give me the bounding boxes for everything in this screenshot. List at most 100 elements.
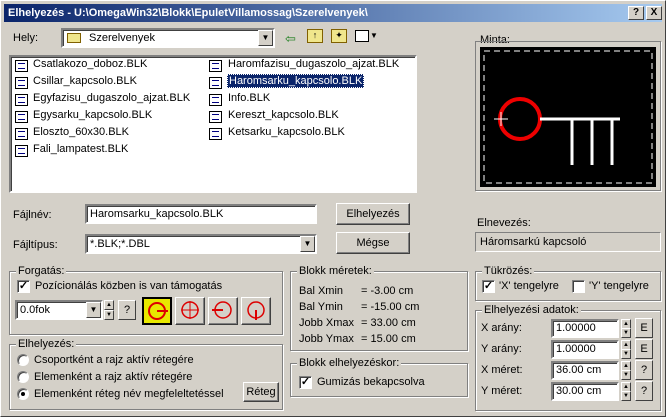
filetype-value: *.BLK;*.DBL <box>90 238 150 250</box>
up-folder-icon[interactable]: ↑ <box>307 29 323 43</box>
placement-option-element-active: Elemenként a rajz aktív rétegére <box>34 371 193 383</box>
file-name: Eloszto_60x30.BLK <box>33 126 130 138</box>
file-list-item[interactable]: Egyfazisu_dugaszolo_ajzat.BLK <box>13 92 190 108</box>
view-menu-icon[interactable] <box>355 30 369 42</box>
name-field: Háromsarkú kapcsoló <box>475 232 661 252</box>
file-list-item[interactable]: Eloszto_60x30.BLK <box>13 126 129 142</box>
rotate-180-icon[interactable] <box>208 297 238 325</box>
file-icon <box>15 145 28 157</box>
file-icon <box>15 128 28 140</box>
chevron-down-icon[interactable]: ▼ <box>258 30 273 46</box>
folder-icon <box>67 33 81 43</box>
place-data-input[interactable]: 30.00 cm <box>551 382 619 401</box>
file-list-item[interactable]: Csatlakozo_doboz.BLK <box>13 58 147 74</box>
file-list-item[interactable]: Fali_lampatest.BLK <box>13 143 128 159</box>
placement-option-element-match: Elemenként réteg név megfeleltetéssel <box>34 388 224 400</box>
preview-canvas <box>480 47 656 187</box>
rotation-help-button[interactable]: ? <box>118 300 136 320</box>
file-name: Ketsarku_kapcsolo.BLK <box>228 126 345 138</box>
place-data-button[interactable]: ? <box>635 381 653 401</box>
file-name: Fali_lampatest.BLK <box>33 143 129 155</box>
rotation-value: 0.0fok <box>20 304 50 316</box>
spin-down-icon[interactable]: ▼ <box>621 349 631 359</box>
file-name: Haromsarku_kapcsolo.BLK <box>227 74 365 88</box>
block-size-group-label: Blokk méretek: <box>297 265 374 277</box>
place-data-label: Y arány: <box>481 343 522 355</box>
block-place-group-label: Blokk elhelyezéskor: <box>297 357 402 369</box>
help-button[interactable]: ? <box>628 6 644 20</box>
location-label: Hely: <box>13 32 39 44</box>
file-name: Csatlakozo_doboz.BLK <box>33 58 148 70</box>
mirror-y-checkbox[interactable] <box>572 280 585 293</box>
title-bar: Elhelyezés - U:\OmegaWin32\Blokk\EpuletV… <box>4 4 662 22</box>
back-icon[interactable]: ⇦ <box>285 31 296 47</box>
file-list-item[interactable]: Info.BLK <box>207 92 271 108</box>
location-select[interactable]: Szerelvenyek ▼ <box>61 28 275 48</box>
filename-input[interactable]: Haromsarku_kapcsolo.BLK <box>85 204 317 224</box>
block-size-value: = -15.00 cm <box>361 301 420 313</box>
chevron-down-icon[interactable]: ▼ <box>86 302 101 318</box>
placement-radio-element-active[interactable] <box>17 371 29 383</box>
place-data-input[interactable]: 1.00000 <box>551 340 619 359</box>
mirror-y-label: 'Y' tengelyre <box>589 280 649 292</box>
file-list[interactable]: Csatlakozo_doboz.BLK Csillar_kapcsolo.BLK… <box>9 55 417 193</box>
place-data-button[interactable]: E <box>635 318 653 338</box>
chevron-down-icon[interactable]: ▼ <box>300 236 315 252</box>
layer-button[interactable]: Réteg <box>243 382 279 402</box>
rubber-band-checkbox[interactable]: ✓ <box>299 376 312 389</box>
file-icon <box>209 77 222 89</box>
file-list-item[interactable]: Csillar_kapcsolo.BLK <box>13 75 137 91</box>
block-size-label: Jobb Ymax <box>299 333 354 345</box>
file-icon <box>209 60 222 72</box>
block-size-label: Bal Ymin <box>299 301 343 313</box>
rotation-spin-down[interactable]: ▼ <box>104 310 114 320</box>
window-title: Elhelyezés - U:\OmegaWin32\Blokk\EpuletV… <box>8 7 368 19</box>
file-list-item[interactable]: Haromsarku_kapcsolo.BLK <box>207 74 365 91</box>
mirror-x-checkbox[interactable]: ✓ <box>482 280 495 293</box>
rotation-support-checkbox[interactable]: ✓ <box>17 280 30 293</box>
filetype-select[interactable]: *.BLK;*.DBL ▼ <box>85 234 317 254</box>
spin-down-icon[interactable]: ▼ <box>621 328 631 338</box>
rubber-band-label: Gumizás bekapcsolva <box>317 376 425 388</box>
location-value: Szerelvenyek <box>89 32 156 44</box>
filetype-label: Fájltípus: <box>13 239 58 251</box>
file-list-item[interactable]: Egysarku_kapcsolo.BLK <box>13 109 152 125</box>
file-name: Haromfazisu_dugaszolo_ajzat.BLK <box>228 58 400 70</box>
rotation-support-label: Pozícionálás közben is van támogatás <box>35 280 223 292</box>
block-size-value: = 15.00 cm <box>361 333 416 345</box>
rotate-90-icon[interactable] <box>175 297 205 325</box>
place-data-button[interactable]: E <box>635 339 653 359</box>
file-list-item[interactable]: Kereszt_kapcsolo.BLK <box>207 109 340 125</box>
close-button[interactable]: X <box>646 6 662 20</box>
file-icon <box>15 111 28 123</box>
placement-group-label: Elhelyezés: <box>16 338 77 350</box>
file-icon <box>15 94 28 106</box>
file-list-item[interactable]: Haromfazisu_dugaszolo_ajzat.BLK <box>207 58 400 74</box>
file-icon <box>209 94 222 106</box>
place-data-label: Y méret: <box>481 385 523 397</box>
rotate-0-icon[interactable] <box>142 297 172 325</box>
new-folder-icon[interactable]: ✦ <box>331 29 347 43</box>
place-data-input[interactable]: 1.00000 <box>551 319 619 338</box>
rotate-270-icon[interactable] <box>241 297 271 325</box>
rotation-select[interactable]: 0.0fok ▼ <box>15 300 103 320</box>
file-icon <box>209 111 222 123</box>
file-list-item[interactable]: Ketsarku_kapcsolo.BLK <box>207 126 346 142</box>
file-icon <box>15 77 28 89</box>
chevron-down-icon[interactable]: ▼ <box>370 31 378 40</box>
placement-radio-element-match[interactable] <box>17 388 29 400</box>
place-data-input[interactable]: 36.00 cm <box>551 361 619 380</box>
block-size-label: Jobb Xmax <box>299 317 355 329</box>
place-data-button[interactable]: ? <box>635 360 653 380</box>
cancel-button[interactable]: Mégse <box>336 232 410 254</box>
block-size-value: = -3.00 cm <box>361 285 414 297</box>
place-button[interactable]: Elhelyezés <box>336 203 410 225</box>
name-label: Elnevezés: <box>477 217 531 229</box>
mirror-x-label: 'X' tengelyre <box>499 280 559 292</box>
rotation-spin-up[interactable]: ▲ <box>104 300 114 310</box>
place-data-label: X méret: <box>481 364 523 376</box>
file-icon <box>209 128 222 140</box>
spin-down-icon[interactable]: ▼ <box>621 370 631 380</box>
spin-down-icon[interactable]: ▼ <box>621 391 631 401</box>
placement-radio-group[interactable] <box>17 354 29 366</box>
